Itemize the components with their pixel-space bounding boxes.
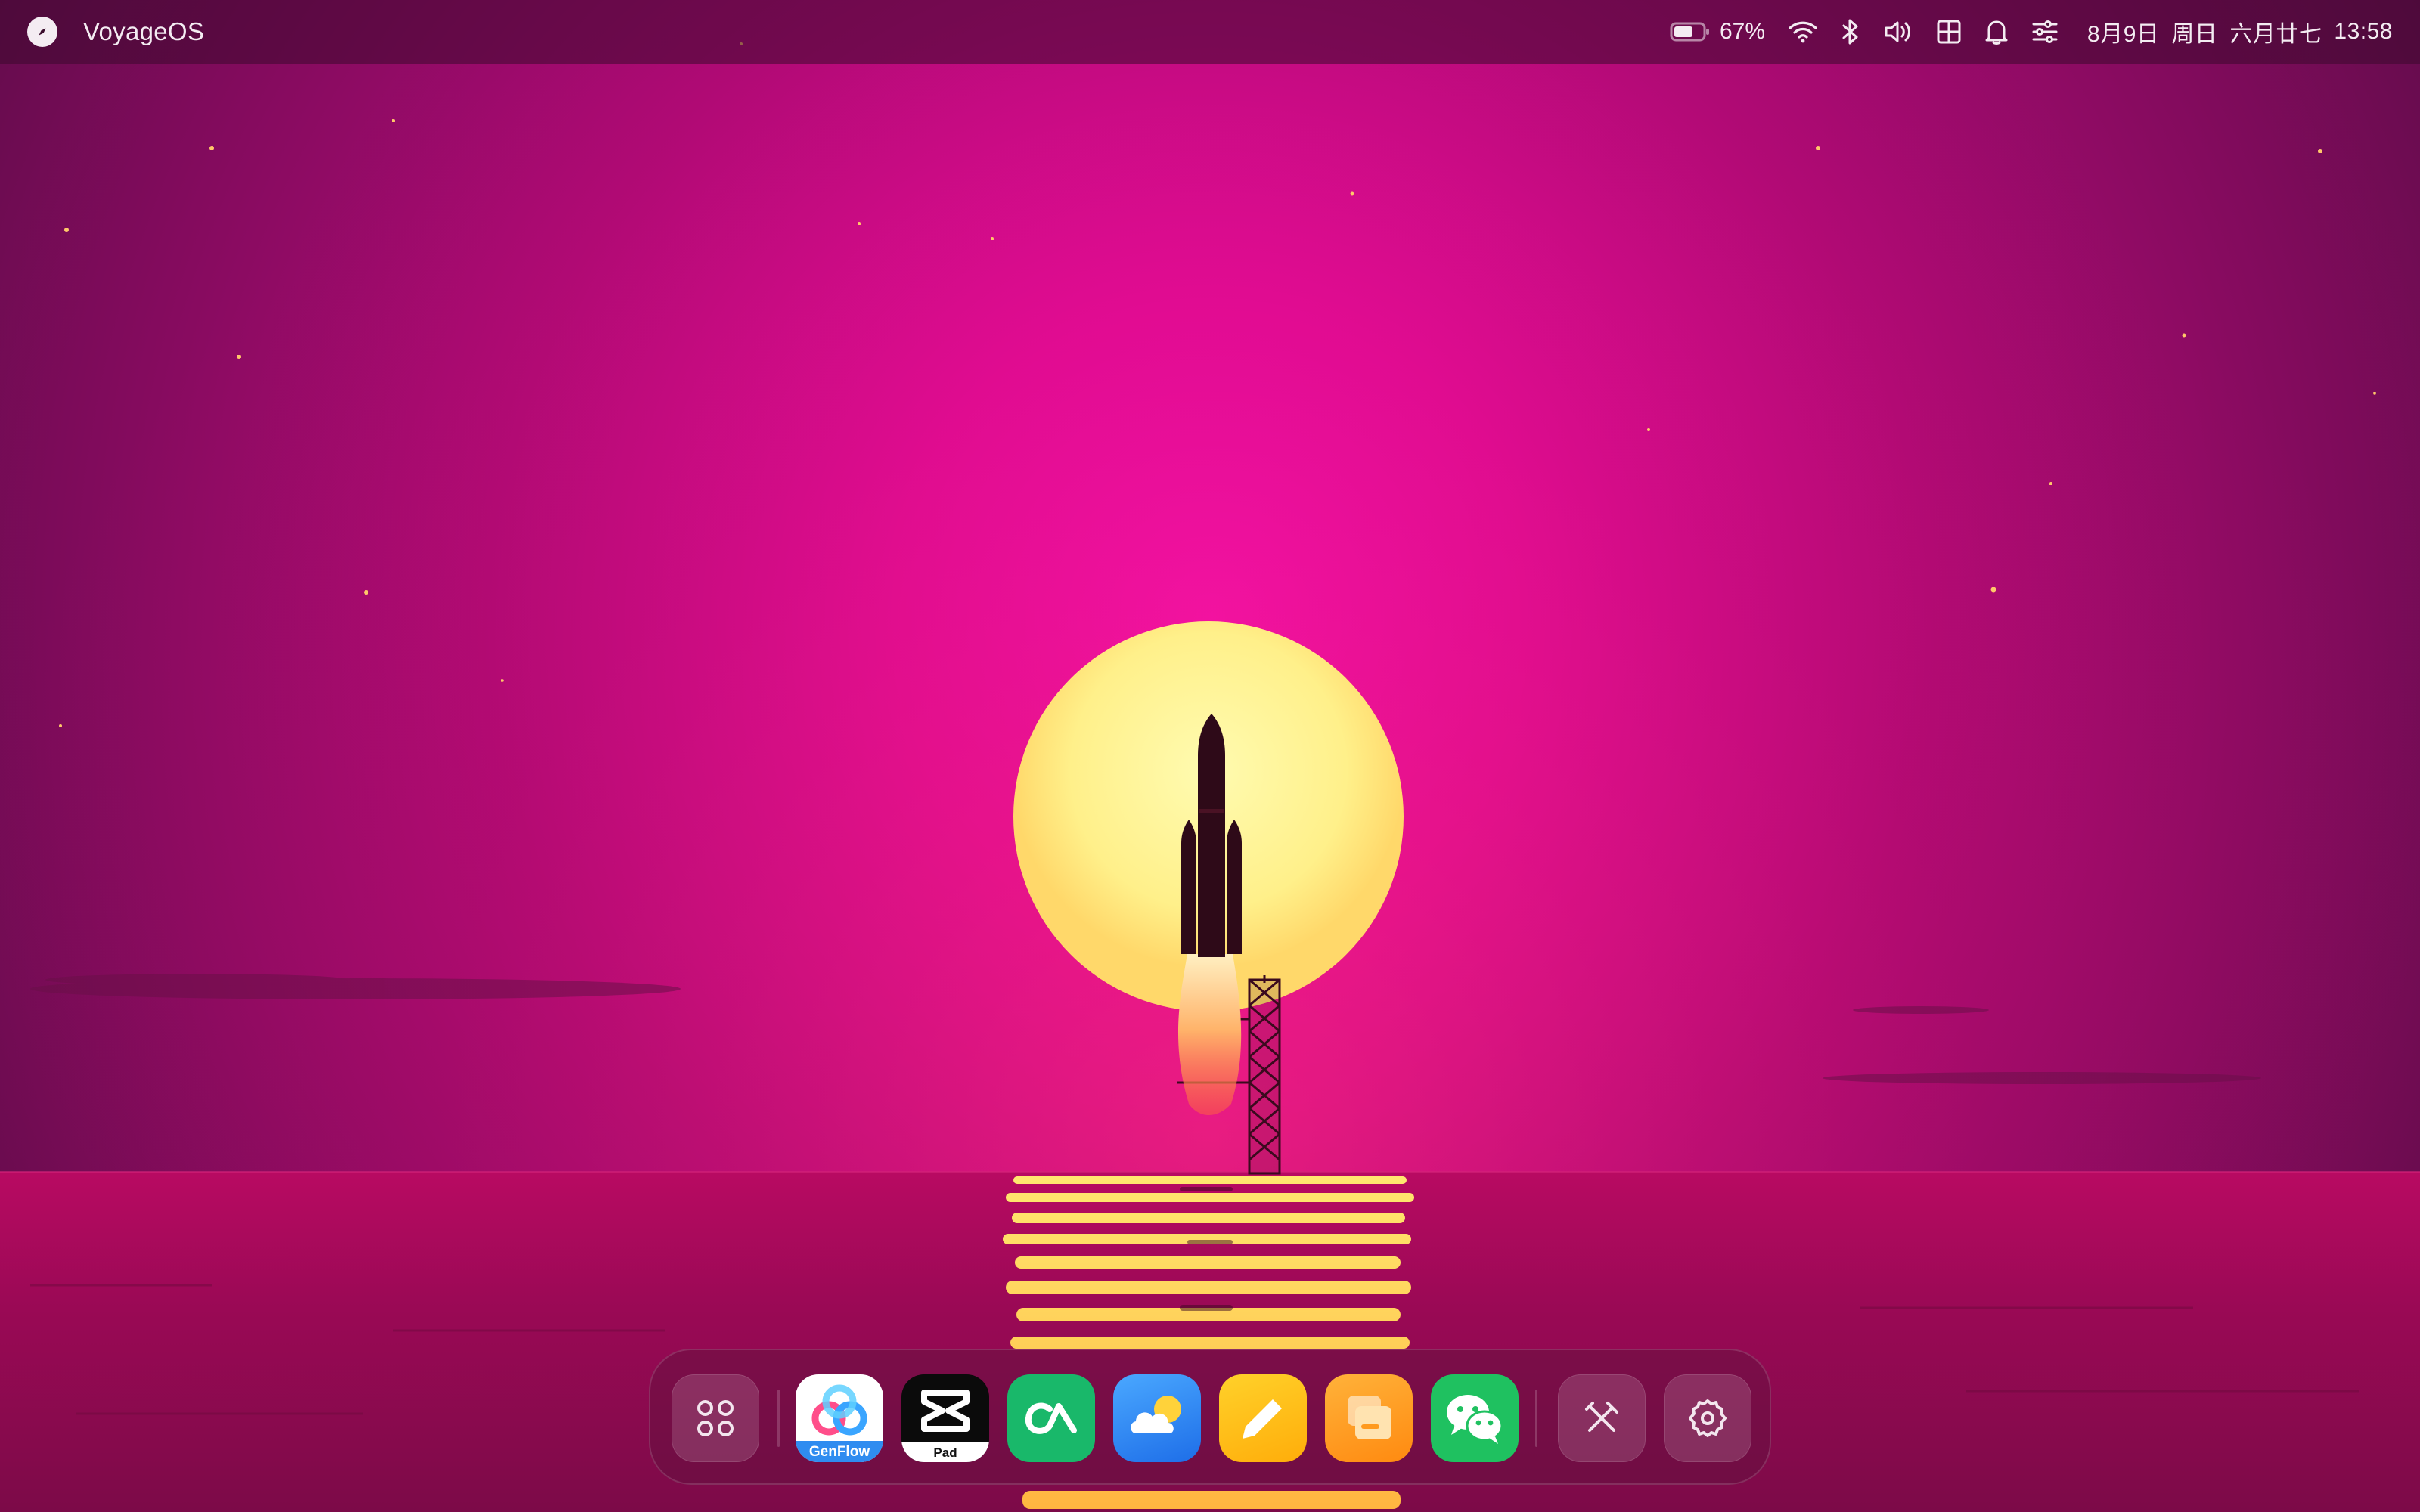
app-title[interactable]: VoyageOS — [83, 17, 204, 46]
compass-icon[interactable] — [27, 17, 57, 47]
battery-icon — [1670, 22, 1709, 42]
rocket-exhaust — [1177, 954, 1242, 1115]
tools-icon — [1585, 1402, 1618, 1432]
folder-icon — [1348, 1396, 1392, 1439]
wechat-icon — [1447, 1395, 1503, 1444]
desktop: VoyageOS 67% 8月9日 周日 六月廿七 13:58 GenFlow … — [0, 0, 2420, 1512]
pencil-icon — [1243, 1399, 1282, 1439]
dock-separator — [1535, 1390, 1537, 1447]
volume-icon[interactable] — [1883, 0, 1913, 64]
top-menu-bar: VoyageOS 67% 8月9日 周日 六月廿七 13:58 — [0, 0, 2420, 64]
time: 13:58 — [2334, 19, 2393, 44]
capcut-label: Pad — [933, 1445, 957, 1460]
wallpaper — [0, 0, 2420, 1512]
lunar-date: 六月廿七 — [2229, 22, 2322, 47]
dock-app-notes[interactable] — [1219, 1374, 1307, 1462]
dock-app-genflow[interactable]: GenFlow — [796, 1374, 883, 1462]
weekday: 周日 — [2171, 22, 2218, 47]
battery-indicator[interactable]: 67% — [1670, 0, 1765, 64]
dock-app-weather[interactable] — [1113, 1374, 1201, 1462]
dock-app-capcut[interactable]: Pad — [901, 1374, 989, 1462]
gear-icon — [1689, 1399, 1727, 1437]
dock-app-settings[interactable] — [1664, 1374, 1751, 1462]
bluetooth-icon[interactable] — [1841, 0, 1860, 64]
date: 8月9日 — [2087, 22, 2160, 47]
dock-app-green[interactable] — [1007, 1374, 1095, 1462]
dock-app-tools[interactable] — [1558, 1374, 1646, 1462]
genflow-label: GenFlow — [808, 1444, 870, 1460]
layout-grid-icon[interactable] — [1936, 0, 1962, 64]
dock-app-wechat[interactable] — [1431, 1374, 1519, 1462]
wifi-icon[interactable] — [1788, 0, 1818, 64]
dock: GenFlow Pad — [649, 1349, 1771, 1485]
green-wave-icon — [1025, 1402, 1077, 1434]
bell-icon[interactable] — [1984, 0, 2009, 64]
battery-percentage: 67% — [1720, 19, 1766, 44]
dock-app-files[interactable] — [1325, 1374, 1413, 1462]
dock-separator — [777, 1390, 780, 1447]
date-time[interactable]: 8月9日 周日 六月廿七 13:58 — [2087, 0, 2393, 64]
app-launcher-button[interactable] — [672, 1374, 759, 1462]
weather-icon — [1131, 1396, 1181, 1433]
sliders-icon[interactable] — [2031, 0, 2059, 64]
app-grid-icon — [697, 1400, 734, 1436]
